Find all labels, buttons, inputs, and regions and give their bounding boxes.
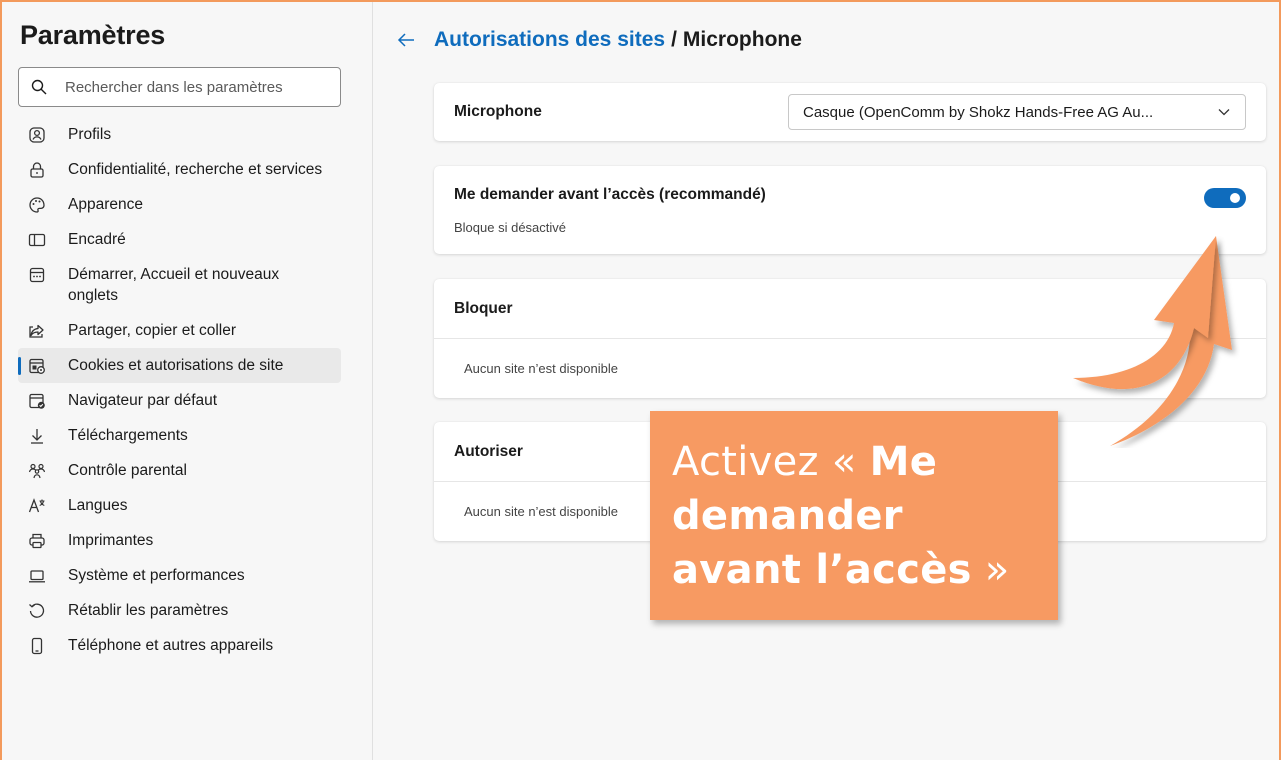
- sidebar-item-profiles[interactable]: Profils: [18, 117, 341, 152]
- printer-icon: [28, 532, 46, 550]
- search-icon: [31, 79, 47, 95]
- sidebar-item-label: Apparence: [68, 196, 143, 213]
- sidebar-item-reset[interactable]: Rétablir les paramètres: [18, 593, 341, 628]
- sidebar-item-share[interactable]: Partager, copier et coller: [18, 313, 341, 348]
- ask-before-access-label: Me demander avant l’accès (recommandé): [454, 186, 766, 203]
- sidebar-item-label: Profils: [68, 126, 112, 143]
- ask-before-access-sublabel: Bloque si désactivé: [454, 220, 567, 235]
- profile-icon: [28, 126, 46, 144]
- share-icon: [28, 322, 46, 340]
- block-empty-message: Aucun site n’est disponible: [464, 361, 618, 376]
- sidebar-item-system[interactable]: Système et performances: [18, 558, 341, 593]
- phone-icon: [28, 637, 46, 655]
- sidebar-item-languages[interactable]: Langues: [18, 488, 341, 523]
- back-arrow-icon: [397, 33, 414, 47]
- instruction-callout: Activez « Me demander avant l’accès »: [650, 411, 1058, 620]
- sidebar-item-appearance[interactable]: Apparence: [18, 187, 341, 222]
- download-icon: [28, 427, 46, 445]
- settings-nav: Profils Confidentialité, recherche et se…: [18, 117, 354, 663]
- palette-icon: [28, 196, 46, 214]
- sidebar-item-label: Navigateur par défaut: [68, 392, 218, 409]
- sidebar-item-default-browser[interactable]: Navigateur par défaut: [18, 383, 341, 418]
- allow-empty-message: Aucun site n’est disponible: [464, 504, 618, 519]
- allow-section-title: Autoriser: [454, 442, 523, 460]
- sidebar-item-label: Téléchargements: [68, 427, 188, 444]
- laptop-icon: [28, 567, 46, 585]
- sidebar-item-label: Cookies et autorisations de site: [68, 357, 284, 374]
- back-button[interactable]: [396, 28, 420, 52]
- home-tab-icon: [28, 266, 46, 284]
- breadcrumb-link-site-permissions[interactable]: Autorisations des sites: [434, 28, 665, 52]
- settings-sidebar: Paramètres Profils Confidentialité, rech…: [0, 0, 373, 760]
- sidebar-item-label: Langues: [68, 497, 128, 514]
- lock-icon: [28, 161, 46, 179]
- block-section-title: Bloquer: [454, 299, 513, 317]
- default-browser-icon: [28, 392, 46, 410]
- microphone-card: Microphone Casque (OpenComm by Shokz Han…: [434, 83, 1266, 141]
- sidebar-item-privacy[interactable]: Confidentialité, recherche et services: [18, 152, 341, 187]
- sidebar-item-downloads[interactable]: Téléchargements: [18, 418, 341, 453]
- search-input[interactable]: [65, 78, 328, 96]
- sidebar-item-cookies[interactable]: Cookies et autorisations de site: [18, 348, 341, 383]
- sidebar-item-label: Système et performances: [68, 567, 245, 584]
- sidebar-panel-icon: [28, 231, 46, 249]
- sidebar-item-label: Téléphone et autres appareils: [68, 637, 274, 654]
- sidebar-item-label: Encadré: [68, 231, 126, 248]
- search-box[interactable]: [18, 67, 341, 107]
- sidebar-item-label: Partager, copier et coller: [68, 322, 237, 339]
- callout-suffix: »: [971, 547, 1010, 593]
- sidebar-item-label: Confidentialité, recherche et services: [68, 161, 323, 178]
- callout-prefix: Activez «: [672, 439, 870, 485]
- sidebar-title: Paramètres: [20, 20, 166, 50]
- sidebar-item-label: Démarrer, Accueil et nouveaux onglets: [68, 266, 280, 304]
- family-icon: [28, 462, 46, 480]
- breadcrumb-separator: /: [671, 28, 677, 51]
- sidebar-item-parental[interactable]: Contrôle parental: [18, 453, 341, 488]
- language-icon: [28, 497, 46, 515]
- microphone-label: Microphone: [454, 103, 542, 120]
- cookies-icon: [28, 357, 46, 375]
- sidebar-item-label: Contrôle parental: [68, 462, 187, 479]
- sidebar-item-start-home[interactable]: Démarrer, Accueil et nouveaux onglets: [18, 257, 341, 313]
- sidebar-item-phone[interactable]: Téléphone et autres appareils: [18, 628, 341, 663]
- sidebar-item-printers[interactable]: Imprimantes: [18, 523, 341, 558]
- breadcrumb: Autorisations des sites / Microphone: [396, 28, 802, 52]
- chevron-down-icon: [1218, 109, 1230, 116]
- ask-before-access-toggle[interactable]: [1204, 188, 1246, 208]
- reset-icon: [28, 602, 46, 620]
- microphone-device-select[interactable]: Casque (OpenComm by Shokz Hands-Free AG …: [788, 94, 1246, 130]
- page-title: Microphone: [682, 28, 802, 51]
- sidebar-item-label: Rétablir les paramètres: [68, 602, 229, 619]
- sidebar-item-label: Imprimantes: [68, 532, 154, 549]
- sidebar-item-sidebar[interactable]: Encadré: [18, 222, 341, 257]
- pointer-arrow-icon: [1073, 236, 1232, 446]
- select-value: Casque (OpenComm by Shokz Hands-Free AG …: [803, 103, 1154, 121]
